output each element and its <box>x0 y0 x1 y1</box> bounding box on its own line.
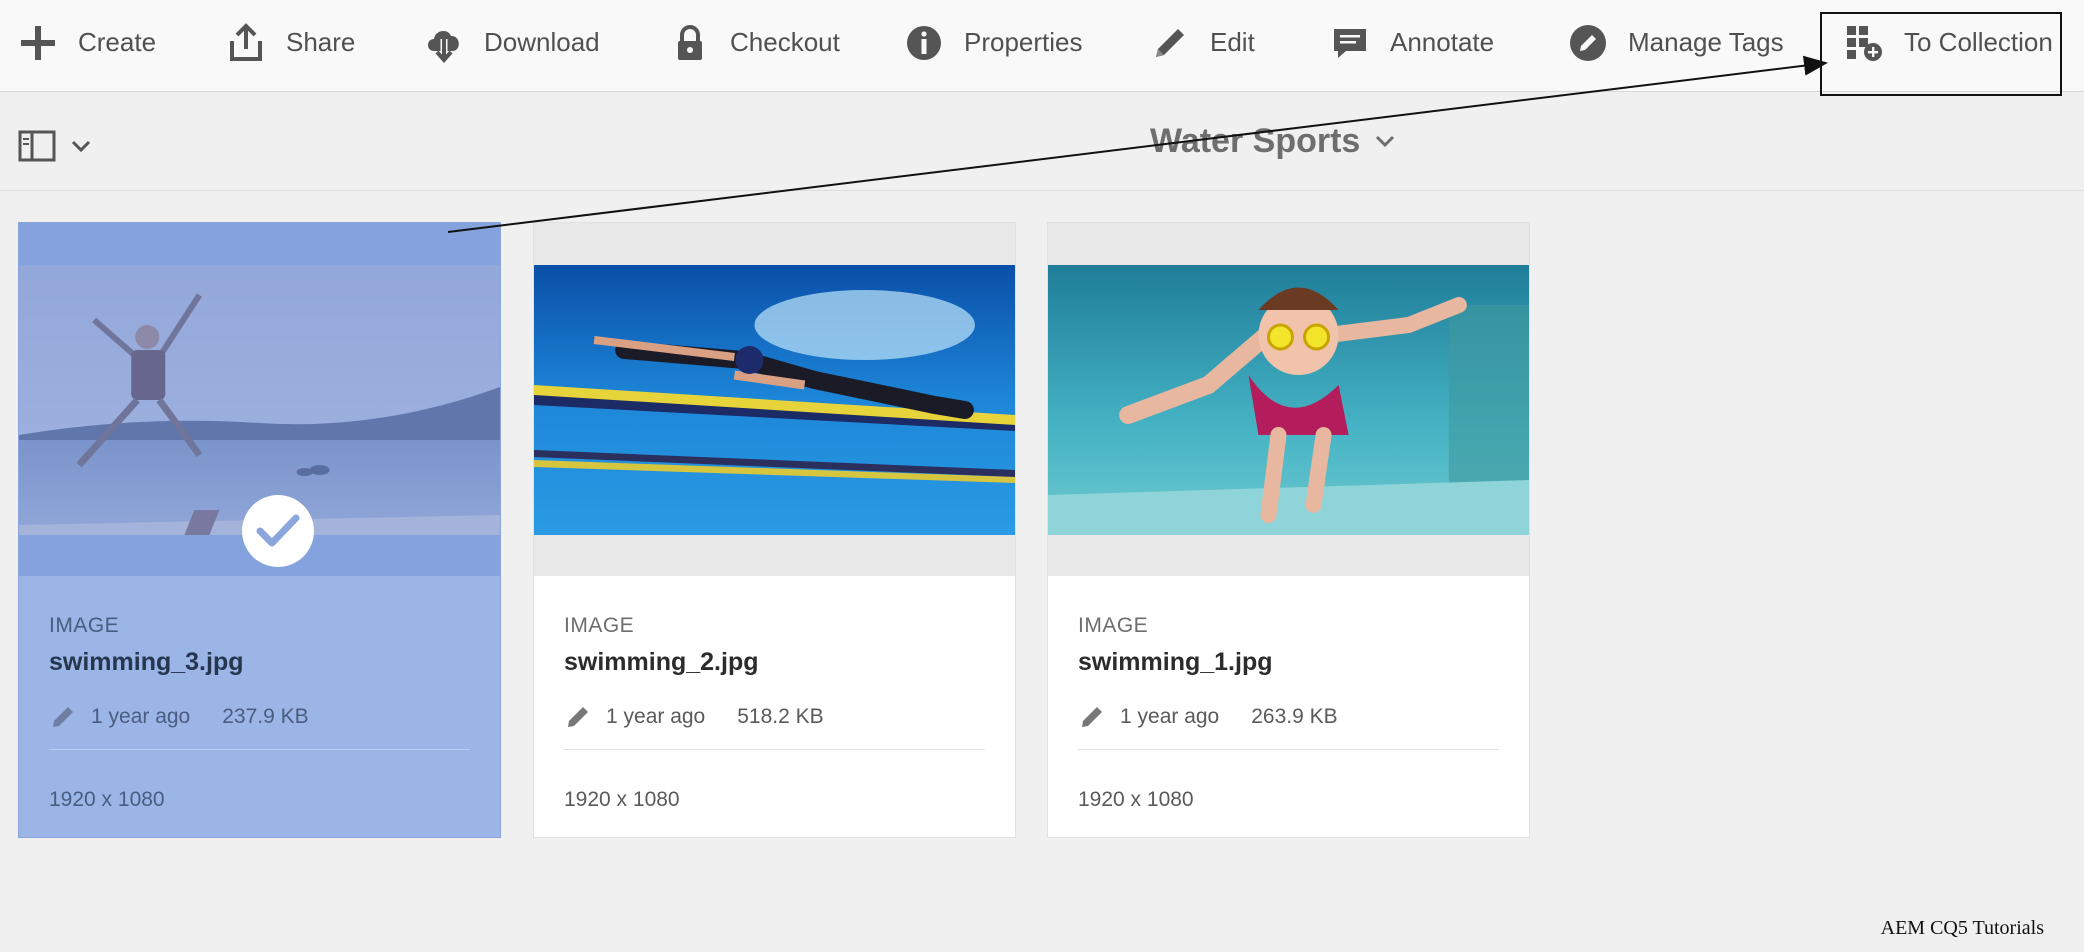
pool-swimmer-image <box>534 265 1015 535</box>
asset-filename: swimming_3.jpg <box>49 648 244 676</box>
chevron-down-icon <box>71 140 91 153</box>
annotate-label: Annotate <box>1390 27 1495 57</box>
asset-dimensions: 1920 x 1080 <box>564 788 680 811</box>
checkout-button[interactable]: Checkout <box>670 0 840 85</box>
download-label: Download <box>484 27 600 57</box>
divider <box>49 749 470 750</box>
comment-icon <box>1334 28 1366 58</box>
edit-label: Edit <box>1210 27 1255 57</box>
asset-modified: 1 year ago <box>91 705 191 728</box>
share-icon <box>230 22 262 61</box>
underwater-child-image <box>1048 265 1529 535</box>
thumbnail-frame <box>1048 223 1529 576</box>
plus-icon <box>21 25 55 60</box>
share-label: Share <box>286 27 356 57</box>
page-title: Water Sports <box>1150 121 1361 160</box>
selected-checkmark[interactable] <box>242 495 314 567</box>
edit-button[interactable]: Edit <box>1150 0 1255 85</box>
asset-size: 237.9 KB <box>222 705 309 728</box>
cloud-download-icon <box>428 30 459 63</box>
download-button[interactable]: Download <box>424 0 600 85</box>
tag-edit-icon <box>1570 24 1606 61</box>
title-bar: Water Sports <box>0 92 2084 191</box>
pencil-icon <box>1156 28 1184 57</box>
asset-card[interactable]: IMAGE swimming_3.jpg 1 year ago 237.9 KB… <box>18 222 501 838</box>
asset-size: 518.2 KB <box>737 705 824 728</box>
lock-icon <box>678 24 702 60</box>
asset-card[interactable]: IMAGE swimming_2.jpg 1 year ago 518.2 KB… <box>533 222 1016 838</box>
pencil-icon <box>1082 707 1102 727</box>
asset-thumbnail <box>1048 265 1529 535</box>
rail-panel-icon <box>18 130 56 162</box>
divider <box>1078 749 1499 750</box>
asset-filename: swimming_2.jpg <box>564 648 759 676</box>
share-button[interactable]: Share <box>226 0 355 85</box>
asset-type: IMAGE <box>564 614 635 637</box>
asset-type: IMAGE <box>1078 614 1149 637</box>
asset-card[interactable]: IMAGE swimming_1.jpg 1 year ago 263.9 KB… <box>1047 222 1530 838</box>
asset-dimensions: 1920 x 1080 <box>49 788 165 811</box>
asset-modified: 1 year ago <box>606 705 706 728</box>
annotate-button[interactable]: Annotate <box>1330 0 1494 85</box>
tutorial-credit: AEM CQ5 Tutorials <box>1880 917 2044 939</box>
manage-tags-label: Manage Tags <box>1628 27 1784 57</box>
checkmark-icon <box>256 514 300 547</box>
asset-thumbnail <box>534 265 1015 535</box>
chevron-down-icon <box>1376 135 1395 148</box>
properties-label: Properties <box>964 27 1083 57</box>
create-button[interactable]: Create <box>18 0 156 85</box>
pencil-icon <box>53 707 73 727</box>
manage-tags-button[interactable]: Manage Tags <box>1568 0 1784 85</box>
create-label: Create <box>78 27 157 57</box>
thumbnail-frame <box>19 223 500 576</box>
divider <box>564 749 985 750</box>
action-toolbar: Create Share Download Checkout Propertie… <box>0 0 2084 92</box>
info-icon <box>907 25 941 60</box>
rail-toggle-button[interactable] <box>18 126 98 166</box>
thumbnail-frame <box>534 223 1015 576</box>
checkout-label: Checkout <box>730 27 840 57</box>
pencil-icon <box>568 707 588 727</box>
folder-title[interactable]: Water Sports <box>1150 116 1396 166</box>
to-collection-highlight-box <box>1820 12 2062 96</box>
asset-type: IMAGE <box>49 614 120 637</box>
asset-dimensions: 1920 x 1080 <box>1078 788 1194 811</box>
properties-button[interactable]: Properties <box>904 0 1083 85</box>
asset-modified: 1 year ago <box>1120 705 1220 728</box>
asset-size: 263.9 KB <box>1251 705 1338 728</box>
asset-filename: swimming_1.jpg <box>1078 648 1273 676</box>
